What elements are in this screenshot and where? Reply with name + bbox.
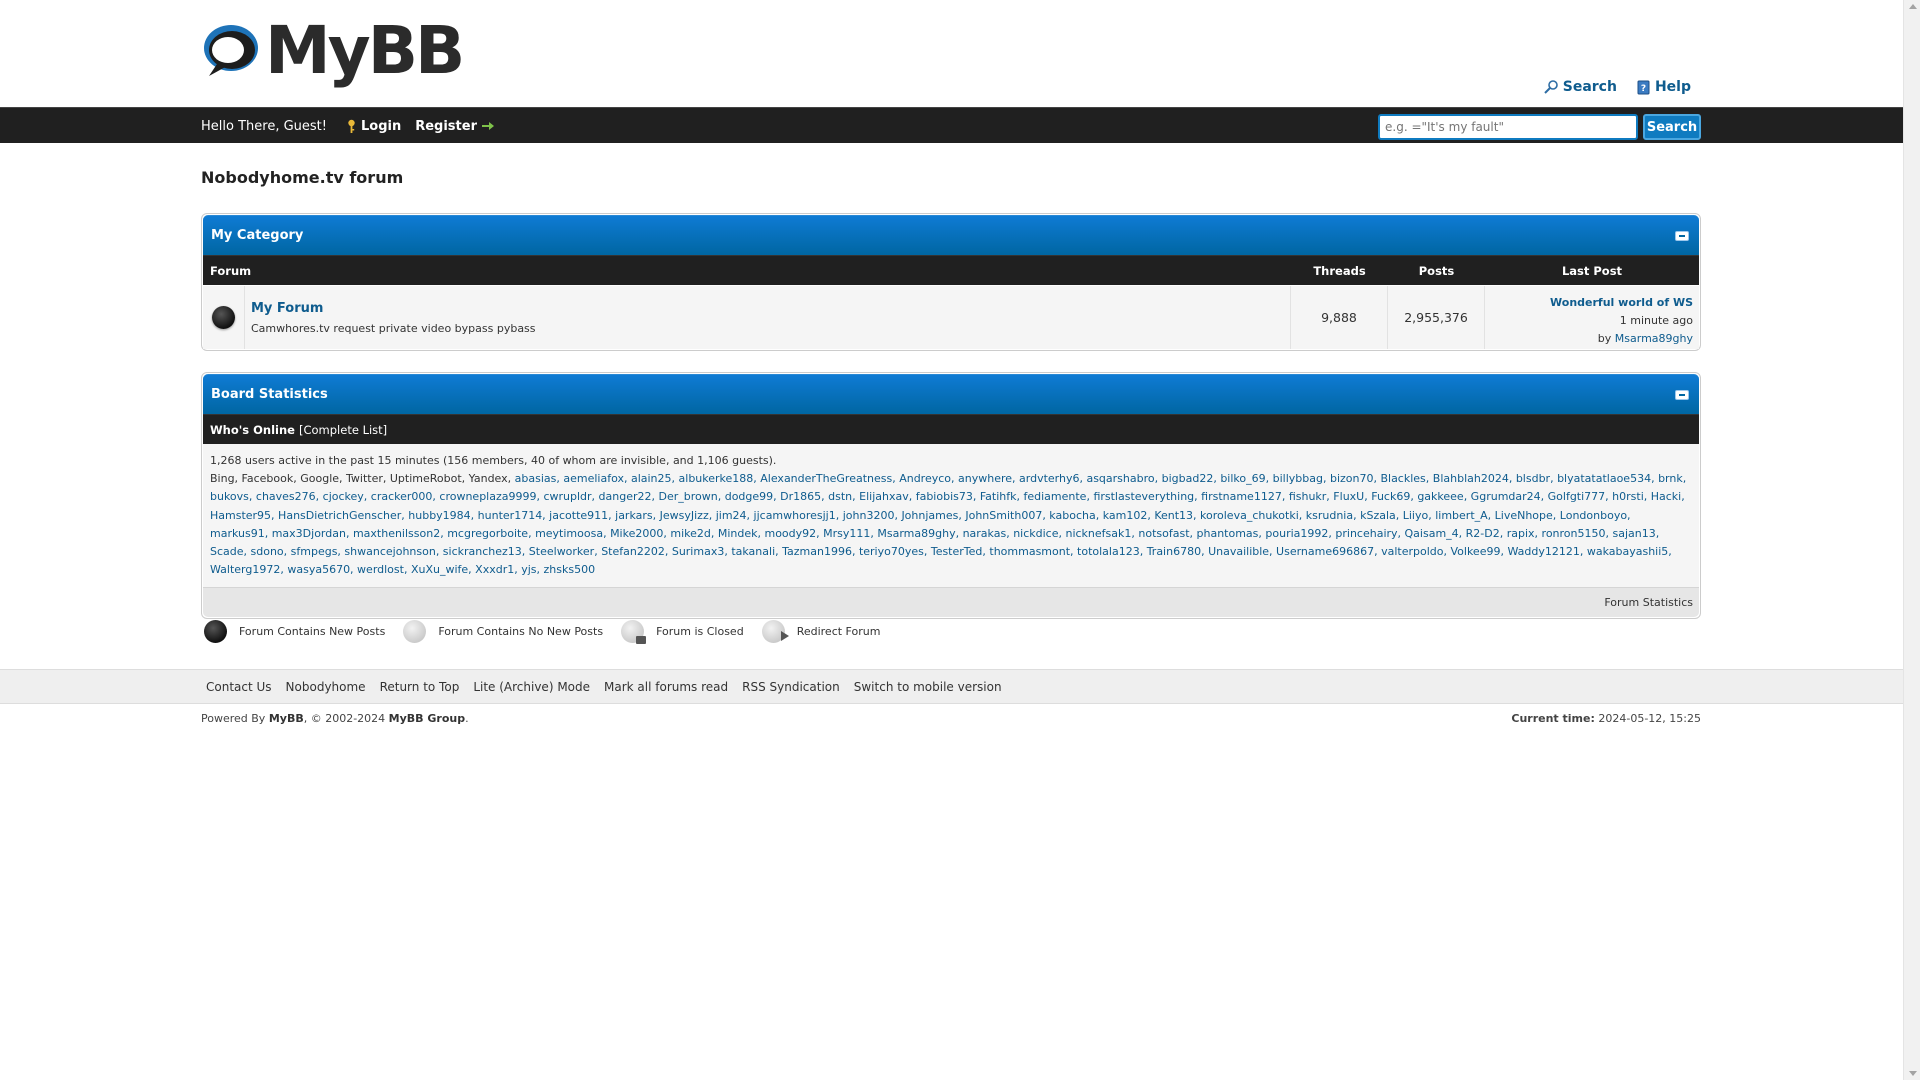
- footer-link-rss[interactable]: RSS Syndication: [742, 680, 840, 694]
- forum-new-posts-icon[interactable]: [212, 306, 235, 329]
- copyright-years: , © 2002-2024: [303, 712, 386, 725]
- forum-statistics-link[interactable]: Forum Statistics: [1604, 596, 1693, 609]
- complete-list-link[interactable]: [Complete List]: [299, 423, 387, 437]
- online-users-body: 1,268 users active in the past 15 minute…: [203, 444, 1699, 588]
- forum-no-new-posts-icon: [403, 620, 427, 643]
- forum-description: Camwhores.tv request private video bypas…: [251, 322, 536, 335]
- online-bots: Bing, Facebook, Google, Twitter, UptimeR…: [210, 472, 512, 486]
- forum-status-cell: [203, 286, 245, 349]
- forum-status-legend: Forum Contains New Posts Forum Contains …: [204, 620, 898, 644]
- legend-label: Redirect Forum: [796, 625, 881, 638]
- last-post-time: 1 minute ago: [1619, 314, 1693, 327]
- category-table: My Category Forum Threads Posts Last Pos…: [201, 213, 1701, 351]
- footer-link-contact[interactable]: Contact Us: [206, 680, 272, 694]
- top-help-link[interactable]: ? Help: [1637, 79, 1691, 95]
- whos-online-bar: Who's Online [Complete List]: [203, 414, 1699, 444]
- col-threads: Threads: [1313, 263, 1366, 278]
- login-link[interactable]: Login: [347, 119, 401, 134]
- legend-item: Forum is Closed: [621, 620, 744, 644]
- scroll-up-icon[interactable]: [1909, 4, 1917, 9]
- footer-link-mark-read[interactable]: Mark all forums read: [604, 680, 728, 694]
- last-post-author-link[interactable]: Msarma89ghy: [1615, 332, 1693, 345]
- forum-last-post-cell: Wonderful world of WS 1 minute ago by Ms…: [1485, 286, 1699, 349]
- legend-label: Forum Contains New Posts: [239, 625, 386, 638]
- col-posts: Posts: [1418, 263, 1455, 278]
- last-post-title-link[interactable]: Wonderful world of WS: [1550, 296, 1693, 309]
- mybb-group-link[interactable]: MyBB Group: [389, 712, 465, 725]
- top-search-label: Search: [1562, 79, 1617, 95]
- search-input[interactable]: [1378, 114, 1638, 140]
- powered-by-brand: MyBB: [268, 712, 304, 725]
- forum-posts-count: 2,955,376: [1388, 286, 1485, 349]
- site-logo[interactable]: MyBB: [201, 12, 465, 89]
- legend-label: Forum is Closed: [656, 625, 744, 638]
- register-label: Register: [415, 118, 477, 134]
- mybb-link[interactable]: MyBB: [269, 712, 304, 725]
- collapse-icon[interactable]: [1675, 390, 1689, 400]
- category-title[interactable]: My Category: [211, 228, 303, 243]
- arrow-right-icon: [482, 122, 494, 130]
- current-time-value: 2024-05-12, 15:25: [1598, 712, 1701, 725]
- forum-redirect-icon: [761, 620, 789, 643]
- vertical-scrollbar[interactable]: [1903, 0, 1920, 1080]
- category-header: My Category: [203, 215, 1699, 255]
- forum-closed-icon: [621, 620, 647, 644]
- page: MyBB Search ? Help Hello There, Guest! L…: [0, 0, 1903, 1080]
- forum-name-link[interactable]: My Forum: [251, 301, 1284, 316]
- statistics-header: Board Statistics: [203, 374, 1699, 414]
- register-link[interactable]: Register: [415, 119, 494, 134]
- statistics-footer: Forum Statistics: [203, 587, 1699, 618]
- help-book-icon: ?: [1637, 80, 1650, 94]
- user-navbar: Hello There, Guest! Login Register Searc…: [0, 107, 1903, 143]
- col-forum: Forum: [210, 263, 252, 278]
- last-post-byline: by Msarma89ghy: [1485, 330, 1693, 348]
- last-post-by-prefix: by: [1597, 332, 1612, 345]
- login-label: Login: [360, 118, 402, 134]
- footer-link-mobile[interactable]: Switch to mobile version: [854, 680, 1002, 694]
- online-summary: 1,268 users active in the past 15 minute…: [210, 454, 777, 467]
- guest-greeting: Hello There, Guest!: [201, 118, 327, 134]
- top-links: Search ? Help: [1544, 79, 1691, 95]
- forum-threads-count: 9,888: [1291, 286, 1388, 349]
- svg-text:?: ?: [1641, 84, 1646, 94]
- footer-bar: Contact Us Nobodyhome Return to Top Lite…: [0, 669, 1903, 704]
- top-search-link[interactable]: Search: [1544, 79, 1617, 95]
- collapse-icon[interactable]: [1675, 231, 1689, 241]
- footer-link-home[interactable]: Nobodyhome: [286, 680, 366, 694]
- current-time: Current time: 2024-05-12, 15:25: [1511, 712, 1701, 725]
- logo-text: MyBB: [265, 12, 465, 89]
- online-members: abasias, aemeliafox, alain25, albukerke1…: [210, 472, 1686, 576]
- magnifier-icon: [1544, 80, 1558, 94]
- copyright: Powered By MyBB, © 2002-2024 MyBB Group.: [201, 712, 469, 725]
- current-time-label: Current time:: [1511, 712, 1595, 725]
- board-title: Nobodyhome.tv forum: [201, 168, 404, 187]
- legend-item: Forum Contains New Posts: [204, 620, 385, 643]
- whos-online-label: Who's Online: [210, 422, 295, 437]
- footer-link-archive[interactable]: Lite (Archive) Mode: [473, 680, 590, 694]
- forum-row: My Forum Camwhores.tv request private vi…: [203, 285, 1699, 349]
- top-help-label: Help: [1654, 79, 1691, 95]
- col-last-post: Last Post: [1561, 263, 1623, 278]
- speech-bubble-logo-icon: [204, 25, 258, 76]
- forum-new-posts-icon: [204, 620, 227, 643]
- statistics-title: Board Statistics: [211, 387, 328, 402]
- scroll-down-icon[interactable]: [1909, 1071, 1917, 1076]
- board-statistics-table: Board Statistics Who's Online [Complete …: [201, 372, 1701, 620]
- quick-search: Search: [1378, 114, 1701, 140]
- category-columns: Forum Threads Posts Last Post: [203, 255, 1699, 285]
- online-users-list: Bing, Facebook, Google, Twitter, UptimeR…: [210, 470, 1692, 579]
- online-member-links[interactable]: abasias, aemeliafox, alain25, albukerke1…: [210, 472, 1686, 576]
- powered-by-prefix: Powered By: [201, 712, 266, 725]
- legend-item: Forum Contains No New Posts: [403, 620, 603, 643]
- key-icon: [348, 119, 355, 133]
- legend-label: Forum Contains No New Posts: [438, 625, 604, 638]
- copyright-owner: MyBB Group: [388, 712, 466, 725]
- footer-link-top[interactable]: Return to Top: [380, 680, 460, 694]
- legend-item: Redirect Forum: [761, 620, 881, 643]
- forum-info-cell: My Forum Camwhores.tv request private vi…: [245, 286, 1291, 349]
- search-button[interactable]: Search: [1643, 114, 1701, 140]
